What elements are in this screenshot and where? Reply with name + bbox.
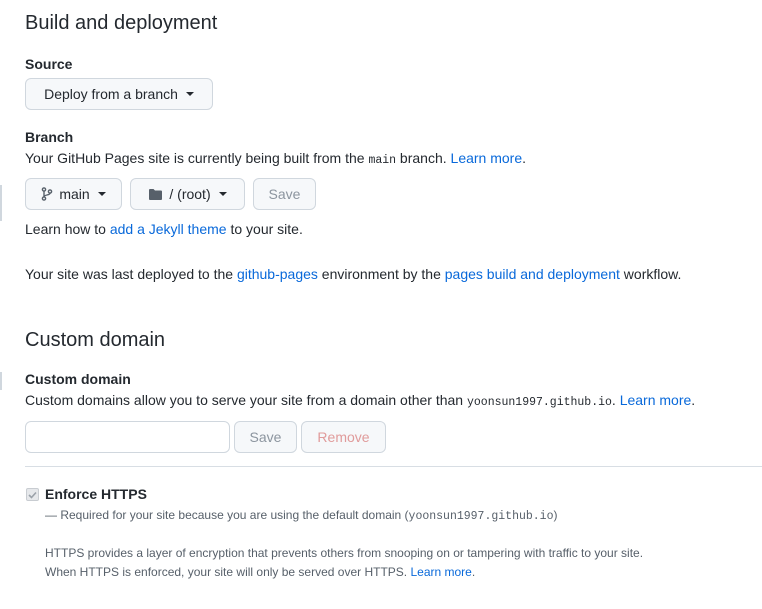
source-select-value: Deploy from a branch <box>44 86 178 102</box>
deploy-text: Your site was last deployed to the <box>25 266 237 282</box>
https-required-note: — Required for your site because you are… <box>45 506 557 526</box>
enforce-https-label: Enforce HTTPS <box>45 486 147 502</box>
custom-domain-desc-end: . <box>691 392 696 408</box>
https-note-text: — Required for your site because you are… <box>45 508 409 522</box>
workflow-link[interactable]: pages build and deployment <box>445 266 620 282</box>
branch-select-value: main <box>59 186 90 202</box>
jekyll-text: Learn how to <box>25 221 110 237</box>
branch-learn-more-link[interactable]: Learn more <box>451 150 523 166</box>
custom-domain-remove-button[interactable]: Remove <box>301 421 386 453</box>
https-info-line-1: HTTPS provides a layer of encryption tha… <box>45 546 644 560</box>
custom-domain-desc-text-2: . <box>611 392 620 408</box>
build-deployment-heading: Build and deployment <box>25 12 218 34</box>
branch-desc-text-2: branch. <box>396 150 451 166</box>
branch-select-button[interactable]: main <box>25 178 122 210</box>
custom-domain-learn-more-link[interactable]: Learn more <box>620 392 692 408</box>
source-select-button[interactable]: Deploy from a branch <box>25 78 213 110</box>
custom-domain-label: Custom domain <box>25 371 131 387</box>
folder-select-button[interactable]: / (root) <box>130 178 245 210</box>
caret-down-icon <box>185 92 194 96</box>
branch-label: Branch <box>25 129 74 145</box>
https-info-text: When HTTPS is enforced, your site will o… <box>45 565 411 579</box>
caret-down-icon <box>218 192 227 196</box>
jekyll-theme-link[interactable]: add a Jekyll theme <box>110 221 227 237</box>
jekyll-text-2: to your site. <box>226 221 303 237</box>
check-icon <box>28 491 37 499</box>
left-edge-marker-2 <box>0 372 2 390</box>
custom-domain-save-button[interactable]: Save <box>234 421 297 453</box>
section-divider <box>25 466 762 467</box>
custom-domain-input[interactable] <box>25 421 230 453</box>
git-branch-icon <box>41 187 53 201</box>
source-label: Source <box>25 56 73 72</box>
deploy-text-3: workflow. <box>619 266 682 282</box>
branch-desc-end: . <box>522 150 527 166</box>
branch-desc-text: Your GitHub Pages site is currently bein… <box>25 150 369 166</box>
custom-domain-heading: Custom domain <box>25 329 166 351</box>
deploy-text-2: environment by the <box>317 266 445 282</box>
branch-save-button[interactable]: Save <box>253 178 316 210</box>
branch-description: Your GitHub Pages site is currently bein… <box>25 148 526 171</box>
default-domain-code: yoonsun1997.github.io <box>466 396 612 409</box>
https-note-end: ) <box>553 508 558 522</box>
github-pages-env-link[interactable]: github-pages <box>237 266 318 282</box>
left-edge-marker <box>0 185 2 221</box>
https-info-end: . <box>471 565 476 579</box>
custom-domain-description: Custom domains allow you to serve your s… <box>25 390 695 413</box>
https-note-domain: yoonsun1997.github.io <box>408 510 554 523</box>
custom-domain-desc-text: Custom domains allow you to serve your s… <box>25 392 467 408</box>
deploy-status: Your site was last deployed to the githu… <box>25 264 681 284</box>
branch-code: main <box>368 154 397 167</box>
https-info-line-2: When HTTPS is enforced, your site will o… <box>45 563 475 581</box>
https-learn-more-link[interactable]: Learn more <box>410 565 471 579</box>
pages-settings: Build and deployment Source Deploy from … <box>0 0 762 609</box>
jekyll-hint: Learn how to add a Jekyll theme to your … <box>25 219 303 239</box>
folder-icon <box>148 188 163 201</box>
folder-select-value: / (root) <box>169 186 211 202</box>
enforce-https-checkbox[interactable] <box>26 488 39 501</box>
caret-down-icon <box>97 192 106 196</box>
